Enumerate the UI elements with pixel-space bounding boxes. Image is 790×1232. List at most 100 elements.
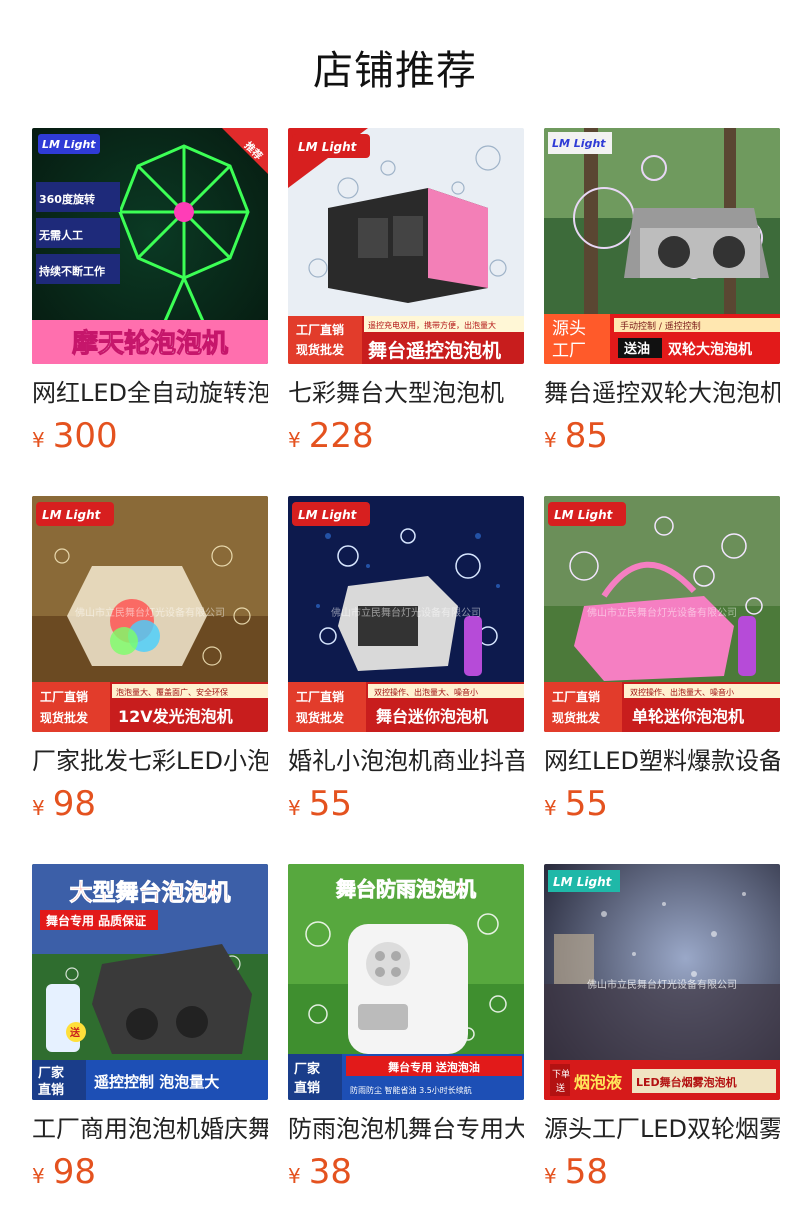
price-value: 98 — [52, 784, 96, 824]
product-card[interactable]: LM Light 源头 工厂 手动控制 / 遥控控制 送油 双轮大泡泡机 舞台遥… — [544, 128, 780, 458]
image-subtitle: 双控操作、出泡量大、噪音小 — [374, 687, 478, 697]
mini-bubble-machine-image: LM Light 佛山市立民舞台灯光设备有限公司 工厂直销 现货批发 双控操作、… — [288, 496, 524, 732]
product-name[interactable]: 网红LED塑料爆款设备 — [544, 744, 780, 778]
currency-symbol: ¥ — [32, 796, 45, 820]
image-caption: 遥控控制 泡泡量大 — [94, 1073, 219, 1091]
product-price: ¥98 — [32, 1152, 96, 1192]
product-image[interactable]: LM Light 佛山市立民舞台灯光设备有限公司 工厂直销 现货批发 双控操作、… — [288, 496, 524, 732]
product-image[interactable]: LM Light 源头 工厂 手动控制 / 遥控控制 送油 双轮大泡泡机 — [544, 128, 780, 364]
currency-symbol: ¥ — [544, 1164, 557, 1188]
product-name[interactable]: 婚礼小泡泡机商业抖音 — [288, 744, 524, 778]
watermark-text: 佛山市立民舞台灯光设备有限公司 — [587, 606, 737, 619]
badge-top: 厂家 — [38, 1065, 65, 1081]
image-subtitle: 双控操作、出泡量大、噪音小 — [630, 687, 734, 697]
product-image[interactable]: LM Light 佛山市立民舞台灯光设备有限公司 下单 送 烟泡液 LED舞台烟… — [544, 864, 780, 1100]
image-tagline: 舞台专用 品质保证 — [45, 913, 146, 928]
logo-text: LM Light — [298, 140, 358, 154]
smoke-bubble-machine-image: LM Light 佛山市立民舞台灯光设备有限公司 下单 送 烟泡液 LED舞台烟… — [544, 864, 780, 1100]
product-price: ¥85 — [544, 416, 608, 456]
product-card[interactable]: LM Light 工厂直销 现货批发 遥控充电双用，携带方便，出泡量大 舞台遥控… — [288, 128, 524, 458]
badge-bottom: 现货批发 — [40, 710, 89, 725]
currency-symbol: ¥ — [544, 796, 557, 820]
price-value: 85 — [564, 416, 608, 456]
product-price: ¥98 — [32, 784, 96, 824]
image-caption: 防雨防尘 智能省油 3.5小时长续航 — [350, 1085, 472, 1095]
product-price: ¥55 — [544, 784, 608, 824]
product-name[interactable]: 舞台遥控双轮大泡泡机 — [544, 376, 780, 410]
logo-text: LM Light — [554, 508, 614, 522]
logo-text: LM Light — [553, 875, 613, 889]
gift-label: 送 — [69, 1026, 81, 1039]
price-value: 38 — [308, 1152, 352, 1192]
badge-bottom: 工厂 — [552, 341, 586, 361]
product-name[interactable]: 防雨泡泡机舞台专用大型 — [288, 1112, 524, 1146]
product-name[interactable]: 厂家批发七彩LED小泡泡机 — [32, 744, 268, 778]
product-price: ¥300 — [32, 416, 118, 456]
badge-top: 下单 — [552, 1068, 570, 1080]
product-image[interactable]: LM Light 推荐 360度旋转 无需人工 持续不断工作 摩天轮泡泡机 — [32, 128, 268, 364]
image-subtitle: 遥控充电双用，携带方便，出泡量大 — [368, 320, 496, 330]
product-price: ¥55 — [288, 784, 352, 824]
product-card[interactable]: LM Light 佛山市立民舞台灯光设备有限公司 工厂直销 现货批发 泡泡量大、… — [32, 496, 268, 826]
product-name[interactable]: 工厂商用泡泡机婚庆舞台 — [32, 1112, 268, 1146]
watermark-text: 佛山市立民舞台灯光设备有限公司 — [331, 606, 481, 619]
feature-label: 360度旋转 — [39, 192, 95, 206]
badge-bottom: 送 — [556, 1082, 565, 1094]
feature-label: 无需人工 — [38, 228, 83, 242]
currency-symbol: ¥ — [544, 428, 557, 452]
badge-bottom: 现货批发 — [552, 710, 601, 725]
badge-bottom: 现货批发 — [296, 342, 345, 357]
badge-bottom: 直销 — [294, 1080, 320, 1096]
badge-top: 工厂直销 — [296, 689, 344, 704]
badge-top: 工厂直销 — [552, 689, 600, 704]
price-value: 228 — [308, 416, 374, 456]
product-name[interactable]: 源头工厂LED双轮烟雾泡泡机 — [544, 1112, 780, 1146]
product-name[interactable]: 七彩舞台大型泡泡机 — [288, 376, 524, 410]
price-value: 58 — [564, 1152, 608, 1192]
led-bubble-machine-image: LM Light 佛山市立民舞台灯光设备有限公司 工厂直销 现货批发 泡泡量大、… — [32, 496, 268, 732]
image-caption: 单轮迷你泡泡机 — [632, 707, 744, 726]
ferris-bubble-machine-image: LM Light 推荐 360度旋转 无需人工 持续不断工作 摩天轮泡泡机 — [32, 128, 268, 364]
currency-symbol: ¥ — [288, 428, 301, 452]
gift-label: 送油 — [623, 341, 650, 357]
image-headline: 大型舞台泡泡机 — [70, 879, 231, 906]
product-grid: LM Light 推荐 360度旋转 无需人工 持续不断工作 摩天轮泡泡机 网红… — [32, 128, 780, 1194]
product-card[interactable]: LM Light 佛山市立民舞台灯光设备有限公司 下单 送 烟泡液 LED舞台烟… — [544, 864, 780, 1194]
product-image[interactable]: 大型舞台泡泡机 舞台专用 品质保证 送 厂家 直销 遥控控制 泡泡量大 — [32, 864, 268, 1100]
page-title: 店铺推荐 — [313, 48, 477, 94]
product-price: ¥58 — [544, 1152, 608, 1192]
watermark-text: 佛山市立民舞台灯光设备有限公司 — [75, 606, 225, 619]
logo-text: LM Light — [552, 137, 606, 150]
product-image[interactable]: LM Light 佛山市立民舞台灯光设备有限公司 工厂直销 现货批发 双控操作、… — [544, 496, 780, 732]
product-card[interactable]: LM Light 推荐 360度旋转 无需人工 持续不断工作 摩天轮泡泡机 网红… — [32, 128, 268, 458]
image-caption: 舞台遥控泡泡机 — [368, 339, 501, 362]
image-subtitle: 手动控制 / 遥控控制 — [620, 320, 701, 332]
badge-bottom: 现货批发 — [296, 710, 345, 725]
product-card[interactable]: LM Light 佛山市立民舞台灯光设备有限公司 工厂直销 现货批发 双控操作、… — [544, 496, 780, 826]
price-value: 55 — [564, 784, 608, 824]
image-caption: 舞台迷你泡泡机 — [376, 707, 488, 726]
currency-symbol: ¥ — [288, 796, 301, 820]
price-value: 300 — [52, 416, 118, 456]
badge-top: 源头 — [552, 319, 586, 339]
badge-top: 厂家 — [294, 1061, 321, 1077]
product-card[interactable]: 大型舞台泡泡机 舞台专用 品质保证 送 厂家 直销 遥控控制 泡泡量大 工厂商用… — [32, 864, 268, 1194]
gift-label: 烟泡液 — [574, 1073, 623, 1092]
product-image[interactable]: LM Light 工厂直销 现货批发 遥控充电双用，携带方便，出泡量大 舞台遥控… — [288, 128, 524, 364]
image-subtitle: 舞台专用 送泡泡油 — [388, 1060, 480, 1074]
currency-symbol: ¥ — [32, 1164, 45, 1188]
currency-symbol: ¥ — [288, 1164, 301, 1188]
logo-text: LM Light — [42, 508, 102, 522]
product-card[interactable]: LM Light 佛山市立民舞台灯光设备有限公司 工厂直销 现货批发 双控操作、… — [288, 496, 524, 826]
product-price: ¥38 — [288, 1152, 352, 1192]
recommend-page: 店铺推荐 LM Light 推荐 360度旋转 无需人工 持续不断工作 摩天轮泡… — [0, 0, 790, 1232]
product-image[interactable]: 舞台防雨泡泡机 厂家 直销 舞台专用 送泡泡油 防雨防尘 智能省油 3.5小时长… — [288, 864, 524, 1100]
badge-top: 工厂直销 — [40, 689, 88, 704]
price-value: 55 — [308, 784, 352, 824]
watermark-text: 佛山市立民舞台灯光设备有限公司 — [587, 978, 737, 991]
image-caption: 双轮大泡泡机 — [668, 341, 752, 358]
image-caption: LED舞台烟雾泡泡机 — [636, 1075, 737, 1089]
product-image[interactable]: LM Light 佛山市立民舞台灯光设备有限公司 工厂直销 现货批发 泡泡量大、… — [32, 496, 268, 732]
product-card[interactable]: 舞台防雨泡泡机 厂家 直销 舞台专用 送泡泡油 防雨防尘 智能省油 3.5小时长… — [288, 864, 524, 1194]
product-name[interactable]: 网红LED全自动旋转泡泡机 — [32, 376, 268, 410]
